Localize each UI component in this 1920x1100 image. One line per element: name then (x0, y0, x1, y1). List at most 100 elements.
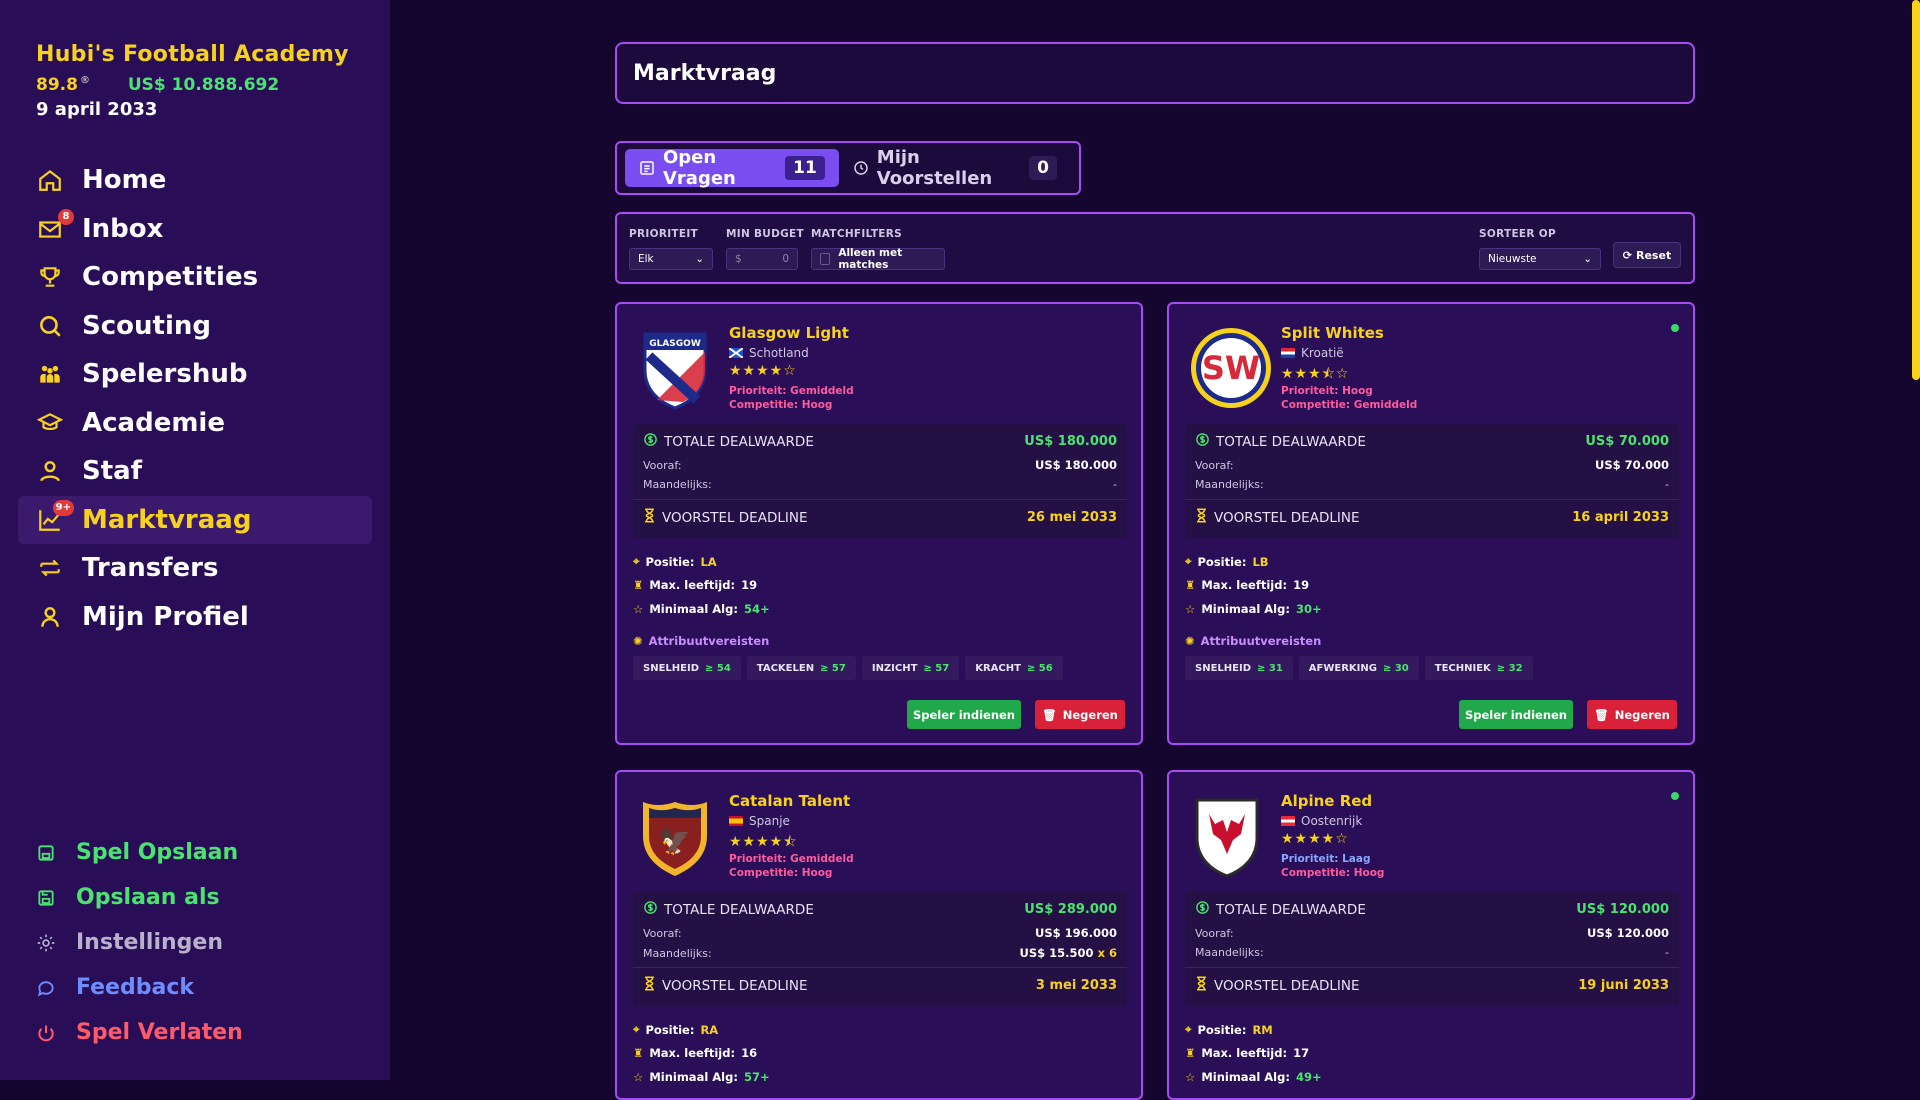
reset-button[interactable]: ⟳ Reset (1613, 242, 1681, 268)
croatia-flag-icon (1281, 348, 1295, 358)
settings-button[interactable]: Instellingen (36, 920, 243, 965)
attributes-label: Attribuutvereisten (648, 634, 770, 648)
match-label: MATCHFILTERS (811, 228, 903, 240)
cake-icon: ♜ (633, 578, 644, 592)
deadline-label: VOORSTEL DEADLINE (1214, 977, 1360, 994)
quit-game-label: Spel Verlaten (76, 1020, 243, 1045)
nav-label: Academie (82, 407, 225, 438)
attribute-chip: KRACHT ≥ 56 (965, 656, 1063, 680)
save-game-button[interactable]: Spel Opslaan (36, 830, 243, 875)
location-pin-icon: ⌖ (633, 554, 640, 568)
club-name[interactable]: Catalan Talent (729, 792, 850, 810)
quit-game-button[interactable]: Spel Verlaten (36, 1010, 243, 1055)
position-value: RA (700, 1022, 719, 1037)
feedback-button[interactable]: Feedback (36, 965, 243, 1010)
reset-label: Reset (1636, 248, 1672, 262)
monthly-value: - (1113, 478, 1117, 491)
submit-player-button[interactable]: Speler indienen (1459, 700, 1573, 729)
hourglass-icon (643, 508, 656, 527)
nav-item-transfers[interactable]: Transfers (18, 544, 372, 593)
tab-open-vragen[interactable]: Open Vragen 11 (625, 147, 839, 189)
scrollbar[interactable] (1912, 0, 1920, 380)
min-overall-value: 49+ (1295, 1070, 1322, 1084)
dollar-icon (1195, 432, 1210, 451)
nav-item-staf[interactable]: Staf (18, 447, 372, 496)
min-overall-value: 54+ (743, 602, 770, 616)
hourglass-icon (1195, 508, 1208, 527)
attr-name: TACKELEN (756, 662, 815, 674)
ignore-button[interactable]: 🗑 Negeren (1035, 700, 1125, 729)
nav-item-marktvraag[interactable]: 9+ Marktvraag (18, 495, 372, 544)
age-requirement: ♜ Max. leeftijd: 16 (633, 1046, 757, 1060)
budget-label: MIN BUDGET (726, 228, 804, 240)
nav-item-academie[interactable]: Academie (18, 399, 372, 448)
nav-item-inbox[interactable]: 8 Inbox (18, 205, 372, 254)
nav-label: Staf (82, 456, 143, 487)
attribute-chip: SNELHEID ≥ 54 (633, 656, 741, 680)
deal-total-value: US$ 180.000 (1024, 434, 1117, 449)
attr-value: ≥ 31 (1257, 662, 1283, 674)
ignore-button[interactable]: 🗑 Negeren (1587, 700, 1677, 729)
attribute-chip: SNELHEID ≥ 31 (1185, 656, 1293, 680)
attr-name: KRACHT (975, 662, 1021, 674)
deadline-label: VOORSTEL DEADLINE (662, 509, 808, 526)
max-age-label: Max. leeftijd: (1201, 578, 1288, 592)
save-as-label: Opslaan als (76, 885, 220, 910)
max-age-value: 19 (741, 578, 758, 592)
max-age-label: Max. leeftijd: (649, 1046, 736, 1060)
save-icon (36, 843, 58, 863)
chat-bubble-icon (36, 978, 58, 998)
prioriteit-select[interactable]: Elk ⌄ (629, 248, 713, 270)
deal-total-value: US$ 120.000 (1576, 902, 1669, 917)
attribute-chip: AFWERKING ≥ 30 (1298, 656, 1419, 680)
nav-item-scouting[interactable]: Scouting (18, 302, 372, 351)
club-name[interactable]: Alpine Red (1281, 792, 1372, 810)
trophy-icon (36, 263, 64, 291)
position-label: Positie: (645, 554, 695, 569)
dollar-icon (1195, 900, 1210, 919)
brain-icon: ✺ (633, 634, 643, 648)
checkbox-label: Alleen met matches (838, 247, 903, 271)
age-requirement: ♜ Max. leeftijd: 19 (633, 578, 757, 592)
star-icon: ☆ (633, 602, 644, 616)
upfront-value: US$ 196.000 (1034, 926, 1117, 940)
nav-label: Inbox (82, 213, 164, 244)
nav-item-competities[interactable]: Competities (18, 253, 372, 302)
attr-value: ≥ 57 (820, 662, 846, 674)
tab-mijn-voorstellen[interactable]: Mijn Voorstellen 0 (839, 147, 1071, 189)
position-label: Positie: (1197, 1022, 1247, 1037)
club-country: Spanje (729, 814, 790, 828)
cake-icon: ♜ (1185, 578, 1196, 592)
matches-only-checkbox[interactable]: Alleen met matches (811, 247, 945, 271)
club-name[interactable]: Glasgow Light (729, 324, 849, 342)
save-as-icon (36, 888, 58, 908)
save-as-button[interactable]: Opslaan als (36, 875, 243, 920)
prioriteit-value: Elk (638, 253, 654, 265)
min-budget-input[interactable]: $0 (726, 248, 798, 270)
competition-text: Competitie: Gemiddeld (1281, 399, 1418, 411)
attr-name: TECHNIEK (1434, 662, 1491, 674)
nav-item-spelershub[interactable]: Spelershub (18, 350, 372, 399)
position-requirement: ⌖ Positie: LA (633, 554, 717, 569)
upfront-label: Vooraf: (643, 458, 682, 472)
tab-bar: Open Vragen 11 Mijn Voorstellen 0 (615, 141, 1081, 195)
min-overall-value: 57+ (743, 1070, 770, 1084)
attr-value: ≥ 57 (923, 662, 950, 674)
overall-requirement: ☆ Minimaal Alg: 49+ (1185, 1070, 1322, 1084)
nav-item-home[interactable]: Home (18, 156, 372, 205)
hourglass-icon (643, 976, 656, 995)
ignore-label: Negeren (1614, 707, 1670, 722)
star-rating: ★★★★⯪ (729, 834, 798, 850)
trash-icon: 🗑 (1594, 707, 1609, 722)
upfront-value: US$ 180.000 (1034, 458, 1117, 472)
attributes-heading: ✺ Attribuutvereisten (1185, 634, 1321, 648)
nav-label: Marktvraag (82, 504, 252, 535)
submit-player-button[interactable]: Speler indienen (907, 700, 1021, 729)
sort-select[interactable]: Nieuwste ⌄ (1479, 248, 1601, 270)
nav-item-mijn-profiel[interactable]: Mijn Profiel (18, 593, 372, 642)
attr-value: ≥ 30 (1382, 662, 1409, 674)
divider (633, 499, 1127, 500)
club-rating: 89.8 (36, 75, 78, 95)
club-name[interactable]: Split Whites (1281, 324, 1384, 342)
club-crest: GLASGOW (637, 326, 713, 410)
